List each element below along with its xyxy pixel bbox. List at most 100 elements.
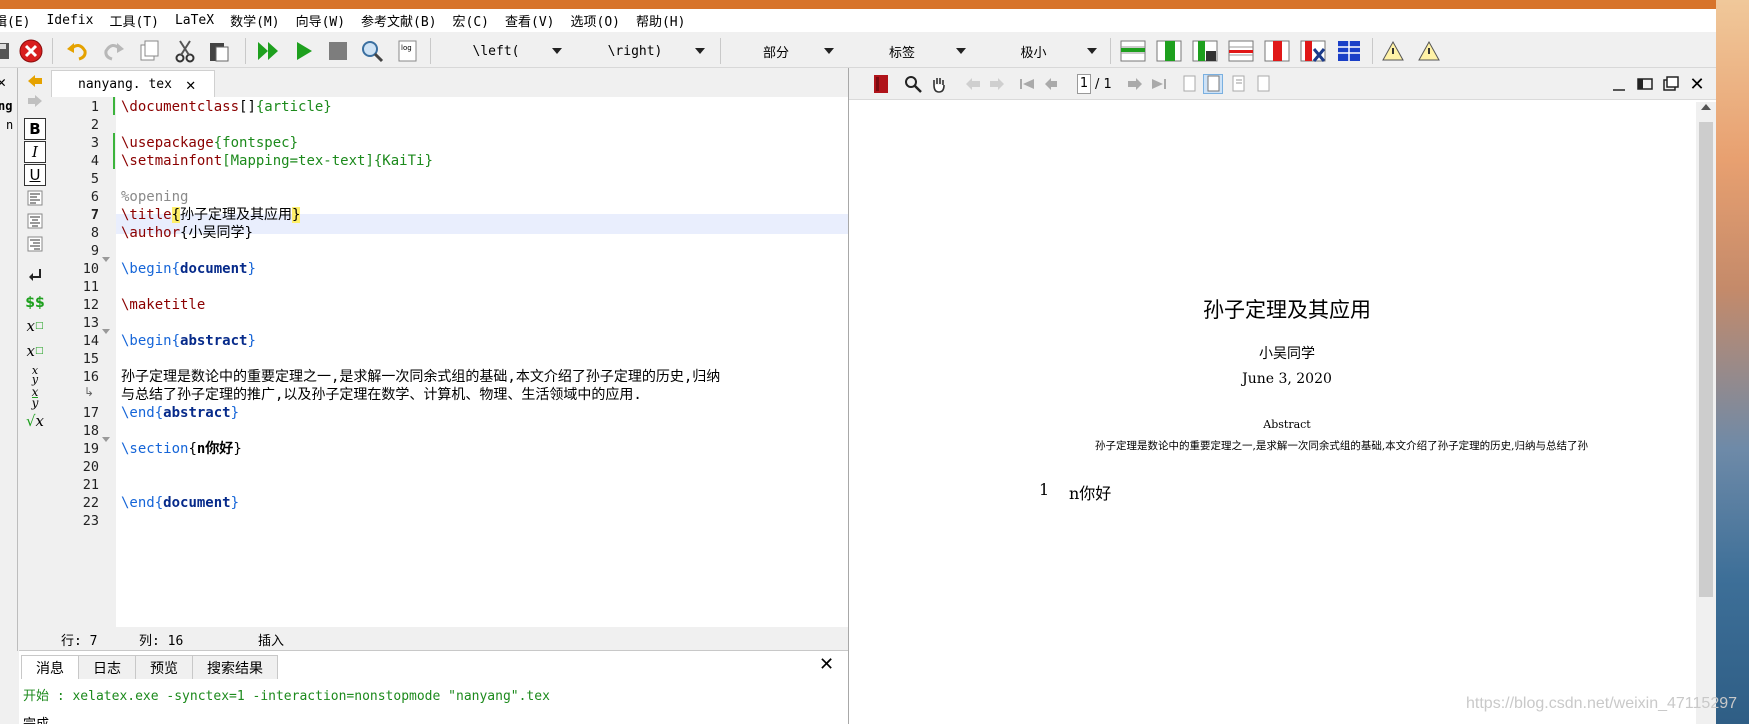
math-mode-icon[interactable]: $$: [24, 292, 46, 314]
line-number: 23: [82, 513, 99, 529]
minimize-icon[interactable]: [1609, 74, 1629, 94]
dock-icon[interactable]: [1635, 74, 1655, 94]
table-format-icon[interactable]: [1336, 38, 1362, 64]
underline-icon[interactable]: U: [24, 164, 46, 186]
first-page-icon[interactable]: [1017, 74, 1037, 94]
structure-item[interactable]: n: [6, 118, 13, 132]
main-toolbar: log \left( \right) 部分 标签 极小: [0, 32, 1716, 68]
forward-arrow-icon[interactable]: [24, 90, 46, 112]
menu-macros[interactable]: 宏(C): [445, 11, 497, 30]
warning-prev-icon[interactable]: [1380, 38, 1406, 64]
redo-icon[interactable]: [101, 38, 127, 64]
close-viewer-icon[interactable]: ✕: [1687, 74, 1707, 95]
scroll-up-icon[interactable]: [1701, 104, 1711, 110]
two-page-icon[interactable]: [1229, 74, 1249, 94]
menu-edit[interactable]: 辑(E): [0, 11, 38, 30]
menu-math[interactable]: 数学(M): [222, 11, 287, 30]
section-combo[interactable]: 部分: [728, 38, 842, 64]
structure-item[interactable]: ng: [0, 99, 12, 113]
tab-filename: nanyang. tex: [78, 76, 172, 92]
paste-icon[interactable]: [206, 38, 232, 64]
table-add-row-icon[interactable]: [1120, 38, 1146, 64]
align-left-icon[interactable]: [24, 187, 46, 209]
undo-icon[interactable]: [64, 38, 90, 64]
tab-log[interactable]: 日志: [78, 655, 136, 679]
code-editor[interactable]: 1 2 3 4 5 6 7 8 9 10 11 12 13 14 15 16 1…: [51, 97, 848, 627]
align-right-icon[interactable]: [24, 233, 46, 255]
float-window-icon[interactable]: [1661, 74, 1681, 94]
superscript-icon[interactable]: x □: [24, 340, 46, 362]
right-delimiter-combo[interactable]: \right): [575, 38, 713, 64]
structure-close-icon[interactable]: ✕: [0, 73, 6, 91]
bold-icon[interactable]: B: [24, 118, 46, 140]
cut-icon[interactable]: [172, 38, 198, 64]
stop-icon[interactable]: [325, 38, 351, 64]
table-remove-cell-icon[interactable]: [1300, 38, 1326, 64]
square-root-icon[interactable]: √ x: [24, 410, 46, 432]
previous-page-icon[interactable]: [1041, 74, 1061, 94]
left-delimiter-combo[interactable]: \left(: [440, 38, 570, 64]
save-icon[interactable]: [0, 38, 14, 64]
pdf-page[interactable]: 孙子定理及其应用 小吴同学 June 3, 2020 Abstract 孙子定理…: [849, 100, 1695, 724]
log-icon[interactable]: log: [394, 38, 420, 64]
menu-bibliography[interactable]: 参考文献(B): [353, 11, 444, 30]
search-icon[interactable]: [903, 74, 923, 94]
tab-preview[interactable]: 预览: [135, 655, 193, 679]
fold-marker-icon[interactable]: [102, 257, 110, 262]
chevron-down-icon: [695, 48, 705, 54]
line-number: 4: [90, 153, 99, 169]
tab-messages[interactable]: 消息: [21, 655, 79, 679]
last-page-icon[interactable]: [1149, 74, 1169, 94]
run-icon[interactable]: [291, 38, 317, 64]
label-combo[interactable]: 标签: [848, 38, 974, 64]
table-add-column-icon[interactable]: [1156, 38, 1182, 64]
fraction-icon[interactable]: xy: [24, 364, 46, 386]
close-document-icon[interactable]: [18, 38, 44, 64]
build-log-line: 开始 : xelatex.exe -synctex=1 -interaction…: [23, 689, 550, 704]
history-back-icon[interactable]: [963, 74, 983, 94]
menu-latex[interactable]: LaTeX: [167, 13, 222, 28]
close-panel-icon[interactable]: ✕: [819, 654, 834, 675]
message-panel: 消息 日志 预览 搜索结果 ✕ 开始 : xelatex.exe -syncte…: [19, 650, 848, 724]
tab-nanyang[interactable]: nanyang. tex ✕: [51, 70, 215, 97]
history-forward-icon[interactable]: [987, 74, 1007, 94]
fold-marker-icon[interactable]: [102, 329, 110, 334]
table-add-cell-icon[interactable]: [1192, 38, 1218, 64]
align-center-icon[interactable]: [24, 210, 46, 232]
table-remove-column-icon[interactable]: [1264, 38, 1290, 64]
italic-icon[interactable]: I: [24, 141, 46, 163]
menu-help[interactable]: 帮助(H): [628, 11, 693, 30]
page-number-input[interactable]: 1: [1077, 74, 1091, 94]
line-number: 5: [90, 171, 99, 187]
hand-icon[interactable]: [929, 74, 949, 94]
font-size-combo[interactable]: 极小: [980, 38, 1105, 64]
continuous-page-icon[interactable]: [1203, 74, 1223, 94]
menu-tools[interactable]: 工具(T): [101, 11, 166, 30]
pdf-book-icon[interactable]: [871, 74, 891, 94]
code-line: \documentclass[]{article}: [121, 99, 332, 115]
view-pdf-icon[interactable]: [359, 38, 385, 64]
code-line: 与总结了孙子定理的推广,以及孙子定理在数学、计算机、物理、生活领域中的应用.: [121, 387, 642, 403]
new-line-icon[interactable]: [24, 264, 46, 286]
dfrac-icon[interactable]: xy: [24, 386, 46, 409]
menu-options[interactable]: 选项(O): [563, 11, 628, 30]
tab-search-results[interactable]: 搜索结果: [192, 655, 278, 679]
fit-width-icon[interactable]: [1253, 74, 1273, 94]
warning-next-icon[interactable]: [1416, 38, 1442, 64]
menu-idefix[interactable]: Idefix: [38, 13, 101, 28]
fold-marker-icon[interactable]: [102, 437, 110, 442]
next-page-icon[interactable]: [1125, 74, 1145, 94]
close-tab-icon[interactable]: ✕: [186, 75, 196, 94]
copy-icon[interactable]: [136, 38, 162, 64]
subscript-icon[interactable]: x □: [24, 315, 46, 337]
pdf-vertical-scrollbar[interactable]: [1696, 102, 1716, 724]
table-remove-row-icon[interactable]: [1228, 38, 1254, 64]
scrollbar-thumb[interactable]: [1699, 122, 1713, 597]
back-arrow-icon[interactable]: [24, 70, 46, 92]
menu-wizard[interactable]: 向导(W): [288, 11, 353, 30]
code-line: \begin{document}: [121, 261, 256, 277]
menu-view[interactable]: 查看(V): [497, 11, 562, 30]
single-page-icon[interactable]: [1179, 74, 1199, 94]
line-number: 10: [82, 261, 99, 277]
quick-build-icon[interactable]: [256, 38, 282, 64]
